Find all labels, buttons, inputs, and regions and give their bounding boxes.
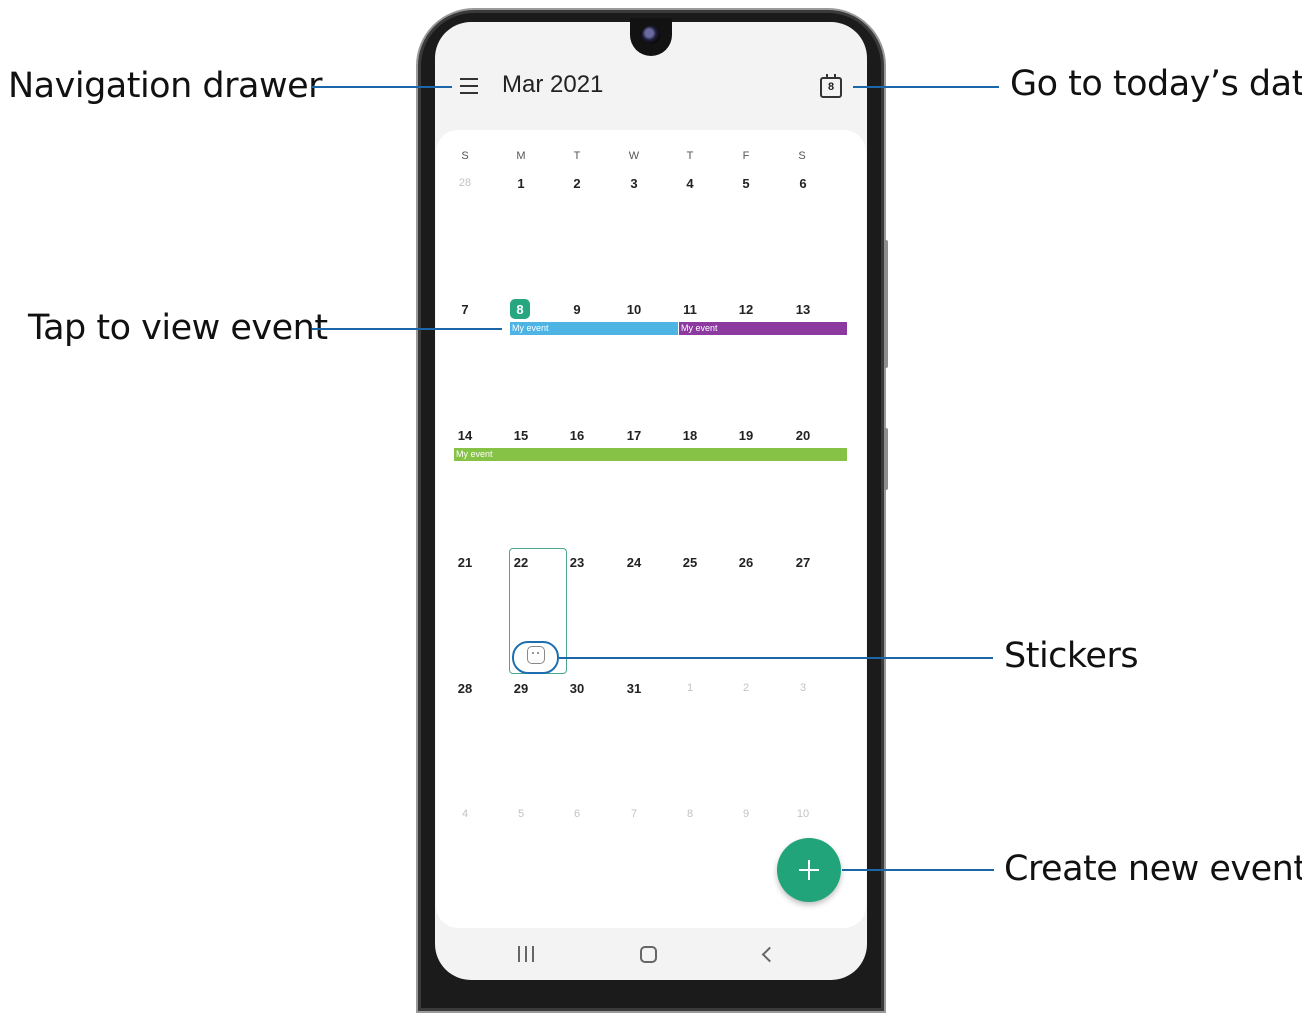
day-cell[interactable]: 6 (788, 176, 818, 191)
day-cell[interactable]: 11 (675, 302, 705, 317)
day-cell[interactable]: 1 (675, 682, 705, 694)
weekday-header: S (798, 150, 806, 162)
day-cell[interactable]: 4 (450, 808, 480, 820)
callout-tap-to-view-event: Tap to view event (28, 308, 328, 348)
day-cell[interactable]: 10 (619, 302, 649, 317)
day-cell[interactable]: 7 (619, 808, 649, 820)
day-cell[interactable]: 3 (788, 682, 818, 694)
day-cell[interactable]: 29 (506, 681, 536, 696)
day-cell[interactable]: 2 (562, 176, 592, 191)
day-cell[interactable]: 27 (788, 555, 818, 570)
callout-line (853, 86, 999, 88)
day-cell[interactable]: 7 (450, 302, 480, 317)
weekday-header: F (742, 150, 750, 162)
front-camera (642, 26, 660, 44)
day-cell[interactable]: 21 (450, 555, 480, 570)
day-cell[interactable]: 6 (562, 808, 592, 820)
day-cell[interactable]: 19 (731, 428, 761, 443)
day-cell[interactable]: 20 (788, 428, 818, 443)
create-event-button[interactable] (777, 838, 841, 902)
weekday-header: W (628, 150, 640, 162)
callout-navigation-drawer: Navigation drawer (8, 66, 323, 106)
day-cell[interactable]: 16 (562, 428, 592, 443)
recent-apps-icon[interactable] (518, 946, 536, 962)
day-cell[interactable]: 25 (675, 555, 705, 570)
day-cell[interactable]: 5 (506, 808, 536, 820)
month-title[interactable]: Mar 2021 (502, 71, 603, 99)
day-cell[interactable]: 1 (506, 176, 536, 191)
day-cell[interactable]: 9 (731, 808, 761, 820)
day-cell[interactable]: 30 (562, 681, 592, 696)
day-cell[interactable]: 31 (619, 681, 649, 696)
calendar-today-icon[interactable]: 8 (820, 74, 842, 98)
day-cell[interactable]: 9 (562, 302, 592, 317)
weekday-header: T (573, 150, 581, 162)
day-cell[interactable]: 12 (731, 302, 761, 317)
callout-create-new-event: Create new event (1004, 849, 1302, 889)
day-cell[interactable]: 18 (675, 428, 705, 443)
callout-line (842, 869, 994, 871)
day-cell[interactable]: 17 (619, 428, 649, 443)
callout-line (312, 86, 452, 88)
volume-button (884, 240, 888, 368)
event-bar[interactable]: My event (679, 322, 847, 335)
day-cell[interactable]: 13 (788, 302, 818, 317)
weekday-header: S (461, 150, 469, 162)
day-cell[interactable]: 4 (675, 176, 705, 191)
day-cell[interactable]: 5 (731, 176, 761, 191)
callout-line (312, 328, 502, 330)
day-cell[interactable]: 3 (619, 176, 649, 191)
power-button (884, 428, 888, 490)
day-cell-today[interactable]: 8 (505, 302, 535, 317)
callout-go-to-today: Go to today’s date (1010, 64, 1302, 104)
sticker-highlight-ring (512, 641, 559, 674)
day-cell[interactable]: 10 (788, 808, 818, 820)
callout-stickers: Stickers (1004, 636, 1139, 676)
day-cell[interactable]: 28 (450, 177, 480, 189)
day-cell[interactable]: 24 (619, 555, 649, 570)
weekday-header: M (516, 150, 526, 162)
hamburger-icon[interactable] (460, 78, 478, 94)
home-icon[interactable] (640, 946, 657, 963)
event-bar[interactable]: My event (454, 448, 847, 461)
day-cell[interactable]: 26 (731, 555, 761, 570)
day-cell[interactable]: 8 (675, 808, 705, 820)
day-cell[interactable]: 14 (450, 428, 480, 443)
day-cell[interactable]: 28 (450, 681, 480, 696)
callout-line (559, 657, 993, 659)
event-bar[interactable]: My event (510, 322, 678, 335)
day-cell[interactable]: 2 (731, 682, 761, 694)
day-cell[interactable]: 15 (506, 428, 536, 443)
weekday-header: T (686, 150, 694, 162)
